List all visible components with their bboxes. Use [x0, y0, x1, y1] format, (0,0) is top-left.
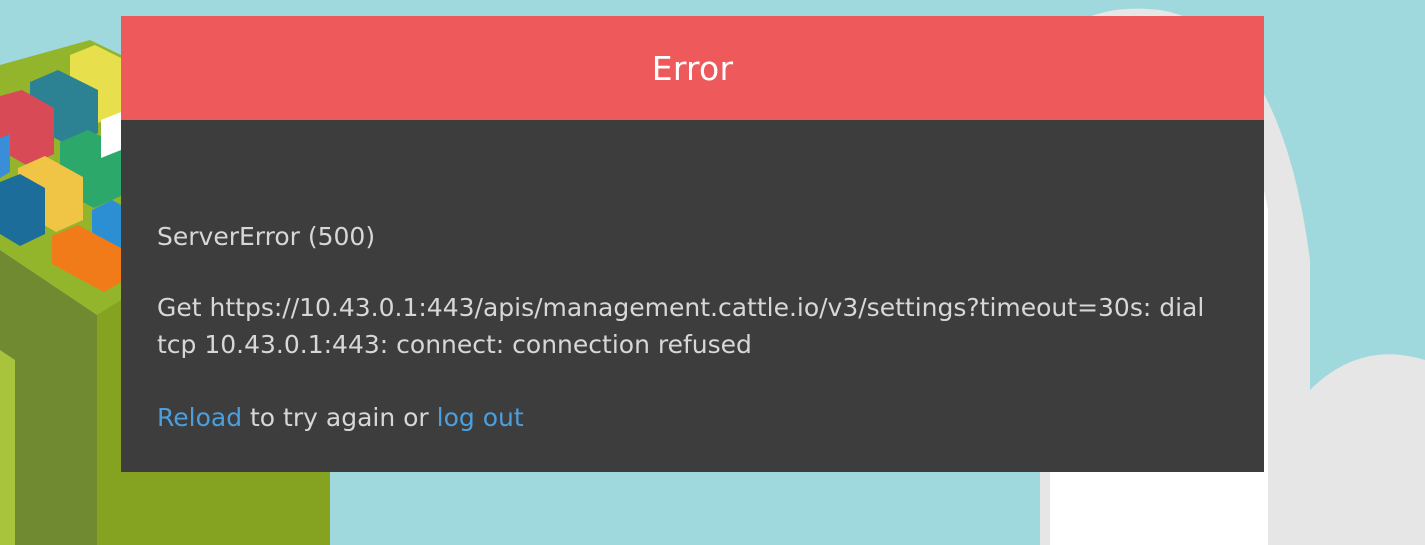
error-summary: ServerError (500) — [157, 222, 376, 251]
actions-middle-text: to try again or — [242, 403, 437, 432]
error-detail: Get https://10.43.0.1:443/apis/managemen… — [157, 293, 1205, 359]
reload-link[interactable]: Reload — [157, 403, 242, 432]
error-page: Error ServerError (500) Get https://10.4… — [0, 0, 1425, 545]
error-dialog-header: Error — [121, 16, 1264, 120]
dialog-title: Error — [651, 48, 734, 88]
logout-link[interactable]: log out — [437, 403, 524, 432]
error-dialog-body: ServerError (500) Get https://10.43.0.1:… — [121, 120, 1264, 436]
error-dialog: Error ServerError (500) Get https://10.4… — [121, 16, 1264, 472]
error-actions: Reload to try again or log out — [157, 399, 1228, 436]
